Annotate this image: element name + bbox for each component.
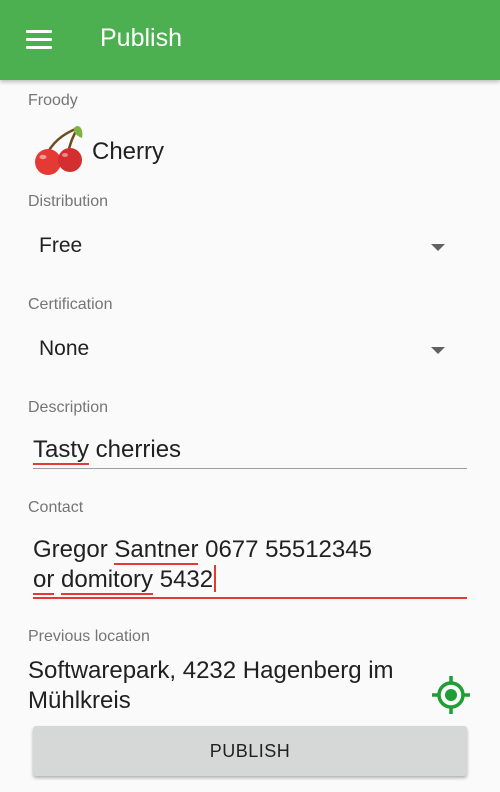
- dropdown-arrow-icon: [431, 244, 445, 251]
- contact-label: Contact: [28, 499, 84, 516]
- description-label: Description: [28, 399, 109, 416]
- cherry-icon: [35, 126, 83, 175]
- previous-location-label: Previous location: [28, 628, 150, 645]
- certification-label: Certification: [28, 296, 113, 313]
- distribution-value: Free: [39, 234, 83, 257]
- description-field[interactable]: Tasty cherries: [33, 435, 467, 470]
- misspelled-word: Santner: [114, 536, 199, 565]
- page-title: Publish: [100, 24, 182, 52]
- gps-fixed-icon[interactable]: [432, 676, 470, 714]
- contact-text-line2: or domitory 5432: [33, 565, 467, 595]
- froody-name: Cherry: [92, 138, 165, 165]
- contact-text-line1: Gregor Santner 0677 55512345: [33, 536, 372, 565]
- misspelled-word: domitory: [61, 566, 154, 595]
- dropdown-arrow-icon: [431, 347, 445, 354]
- certification-dropdown[interactable]: None: [28, 327, 464, 371]
- froody-label: Froody: [28, 92, 78, 109]
- distribution-label: Distribution: [28, 193, 109, 210]
- hamburger-menu-icon[interactable]: [26, 30, 52, 50]
- description-underline: [33, 468, 467, 469]
- misspelled-word: Tasty: [33, 436, 90, 465]
- text-cursor: [214, 565, 217, 592]
- previous-location-value: Softwarepark, 4232 Hagenberg im Mühlkrei…: [28, 657, 394, 714]
- certification-value: None: [39, 337, 90, 360]
- description-text: Tasty cherries: [33, 436, 182, 465]
- distribution-dropdown[interactable]: Free: [28, 224, 464, 268]
- contact-underline: [33, 597, 467, 599]
- contact-field[interactable]: Gregor Santner 0677 55512345 or domitory…: [33, 535, 467, 601]
- app-bar: Publish: [0, 0, 500, 80]
- misspelled-word: or: [33, 566, 55, 595]
- publish-button[interactable]: PUBLISH: [33, 726, 467, 776]
